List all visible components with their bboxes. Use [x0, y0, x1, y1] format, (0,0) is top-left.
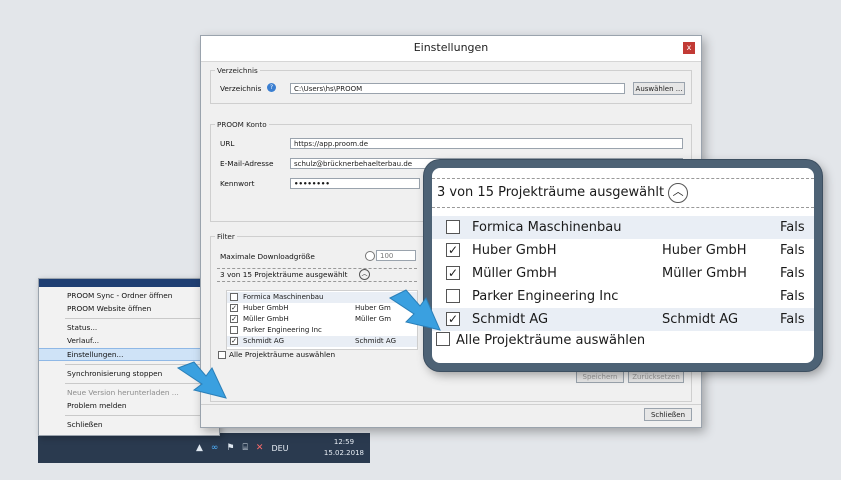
- menu-item-open-folder[interactable]: PROOM Sync - Ordner öffnen: [39, 290, 219, 302]
- account-group-legend: PROOM Konto: [217, 120, 267, 129]
- zoom-row-checkbox[interactable]: ✓: [446, 243, 460, 257]
- zoom-row-company: Schmidt AG: [662, 312, 739, 327]
- close-button[interactable]: Schließen: [644, 408, 692, 421]
- table-row[interactable]: ✓ Schmidt AG Schmidt AG: [227, 336, 417, 347]
- zoom-table-row[interactable]: Formica Maschinenbau Fals: [432, 216, 814, 239]
- context-menu-header-bar: [39, 279, 219, 287]
- menu-separator: [65, 415, 215, 416]
- row-checkbox[interactable]: [230, 293, 238, 301]
- network-icon[interactable]: ⌸: [243, 443, 248, 453]
- row-checkbox[interactable]: [230, 326, 238, 334]
- zoom-row-company: Müller GmbH: [662, 266, 747, 281]
- zoom-table-row[interactable]: ✓ Schmidt AG Schmidt AG Fals: [432, 308, 814, 331]
- dialog-footer-divider: [201, 404, 701, 405]
- projects-expander[interactable]: 3 von 15 Projekträume ausgewählt ︿: [217, 268, 417, 282]
- zoom-row-name: Formica Maschinenbau: [472, 220, 622, 235]
- zoom-select-all[interactable]: Alle Projekträume auswählen: [436, 330, 645, 348]
- tray-context-menu: PROOM Sync - Ordner öffnen PROOM Website…: [38, 278, 220, 436]
- zoom-row-name: Huber GmbH: [472, 243, 557, 258]
- save-button[interactable]: Speichern: [576, 370, 624, 383]
- dialog-title: Einstellungen: [413, 41, 489, 54]
- select-all-label: Alle Projekträume auswählen: [229, 350, 336, 359]
- menu-item-open-website[interactable]: PROOM Website öffnen: [39, 303, 219, 315]
- zoom-row-name: Parker Engineering Inc: [472, 289, 619, 304]
- row-company: Müller Gm: [355, 315, 392, 323]
- menu-item-status[interactable]: Status...: [39, 322, 219, 334]
- row-checkbox[interactable]: ✓: [230, 315, 238, 323]
- zoom-row-name: Schmidt AG: [472, 312, 549, 327]
- max-download-radio[interactable]: [365, 251, 375, 261]
- url-label: URL: [220, 139, 235, 148]
- system-tray: ▲ ∞ ⚑ ⌸ ✕ DEU: [196, 433, 289, 463]
- zoom-row-checkbox[interactable]: [446, 289, 460, 303]
- row-name: Müller GmbH: [243, 315, 289, 323]
- row-checkbox[interactable]: ✓: [230, 337, 238, 345]
- taskbar: ▲ ∞ ⚑ ⌸ ✕ DEU 12:59 15.02.2018: [38, 433, 370, 463]
- proom-sync-tray-icon[interactable]: ∞: [211, 443, 219, 453]
- zoom-table-row[interactable]: Parker Engineering Inc Fals: [432, 285, 814, 308]
- clock-time: 12:59: [333, 438, 355, 446]
- zoom-row-checkbox[interactable]: ✓: [446, 266, 460, 280]
- password-field[interactable]: ••••••••: [290, 178, 420, 189]
- row-name: Formica Maschinenbau: [243, 293, 324, 301]
- menu-item-history[interactable]: Verlauf...: [39, 335, 219, 347]
- select-all-checkbox[interactable]: [218, 351, 226, 359]
- max-download-label: Maximale Downloadgröße: [220, 252, 315, 261]
- zoom-row-flag: Fals: [780, 266, 805, 281]
- zoom-select-all-label: Alle Projekträume auswählen: [456, 333, 646, 348]
- zoom-row-company: Huber GmbH: [662, 243, 747, 258]
- dialog-titlebar[interactable]: Einstellungen x: [201, 36, 701, 62]
- dialog-close-icon[interactable]: x: [683, 42, 695, 54]
- browse-button[interactable]: Auswählen ...: [633, 82, 685, 95]
- password-label: Kennwort: [220, 179, 255, 188]
- language-indicator[interactable]: DEU: [271, 444, 288, 453]
- zoom-row-flag: Fals: [780, 243, 805, 258]
- zoom-row-checkbox[interactable]: ✓: [446, 312, 460, 326]
- projects-selected-label: 3 von 15 Projekträume ausgewählt: [220, 270, 348, 279]
- row-checkbox[interactable]: ✓: [230, 304, 238, 312]
- directory-path-field[interactable]: C:\Users\hs\PROOM: [290, 83, 625, 94]
- pointer-arrow-icon: [176, 361, 227, 399]
- row-name: Schmidt AG: [243, 337, 284, 345]
- help-icon[interactable]: ?: [267, 83, 276, 92]
- url-field[interactable]: https://app.proom.de: [290, 138, 683, 149]
- clock-date: 15.02.2018: [323, 449, 364, 457]
- flag-icon[interactable]: ⚑: [226, 443, 234, 453]
- filter-group-legend: Filter: [217, 232, 235, 241]
- max-download-field[interactable]: 100: [376, 250, 416, 261]
- show-hidden-icons-icon[interactable]: ▲: [196, 443, 203, 453]
- pointer-arrow-icon: [389, 289, 441, 331]
- zoom-projects-selected-label: 3 von 15 Projekträume ausgewählt: [437, 185, 665, 200]
- zoom-row-flag: Fals: [780, 220, 805, 235]
- zoom-row-checkbox[interactable]: [446, 220, 460, 234]
- collapse-chevron-icon[interactable]: ︿: [359, 269, 370, 280]
- row-name: Parker Engineering Inc: [243, 326, 322, 334]
- row-company: Huber Gm: [355, 304, 391, 312]
- row-name: Huber GmbH: [243, 304, 289, 312]
- row-company: Schmidt AG: [355, 337, 396, 345]
- volume-muted-icon[interactable]: ✕: [256, 443, 264, 453]
- zoom-row-flag: Fals: [780, 289, 805, 304]
- zoom-callout: 3 von 15 Projekträume ausgewählt ︿ Formic…: [424, 160, 822, 371]
- directory-group-legend: Verzeichnis: [217, 66, 258, 75]
- zoom-collapse-chevron-icon[interactable]: ︿: [668, 182, 689, 203]
- zoom-projects-expander[interactable]: 3 von 15 Projekträume ausgewählt ︿: [432, 178, 814, 208]
- clock[interactable]: 12:59 15.02.2018: [324, 437, 364, 459]
- zoom-table-row[interactable]: ✓ Huber GmbH Huber GmbH Fals: [432, 239, 814, 262]
- menu-separator: [65, 318, 215, 319]
- directory-label: Verzeichnis: [220, 84, 262, 93]
- reset-button[interactable]: Zurücksetzen: [628, 370, 684, 383]
- zoom-table-row[interactable]: ✓ Müller GmbH Müller GmbH Fals: [432, 262, 814, 285]
- menu-item-close[interactable]: Schließen: [39, 419, 219, 431]
- email-label: E-Mail-Adresse: [220, 159, 274, 168]
- zoom-row-name: Müller GmbH: [472, 266, 557, 281]
- zoom-row-flag: Fals: [780, 312, 805, 327]
